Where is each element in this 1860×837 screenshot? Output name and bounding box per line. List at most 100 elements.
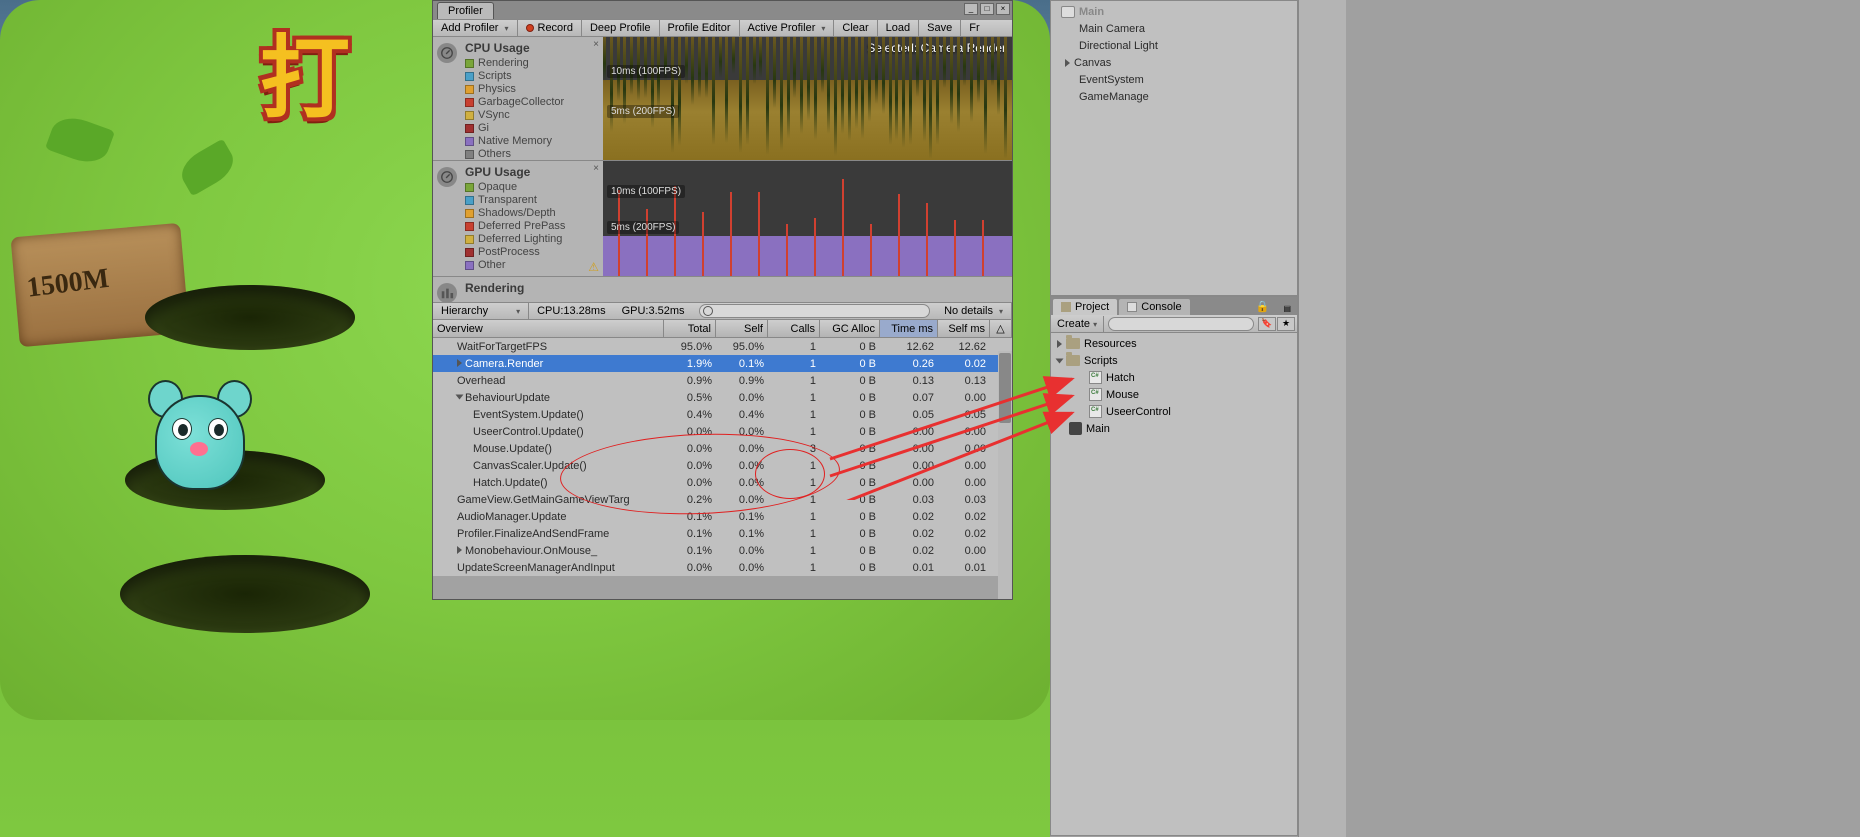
- col-triangle[interactable]: △: [990, 320, 1012, 337]
- project-panel: Project Console 🔒 ▤ Create ▾ 🔖 ★ Resourc…: [1050, 296, 1298, 836]
- legend-item[interactable]: Scripts: [465, 70, 597, 83]
- hierarchy-item[interactable]: GameManage: [1051, 88, 1297, 105]
- col-overview[interactable]: Overview: [433, 320, 664, 337]
- rendering-track[interactable]: Rendering: [433, 277, 1012, 302]
- legend-item[interactable]: Physics: [465, 83, 597, 96]
- legend-item[interactable]: Opaque: [465, 181, 597, 194]
- cpu-usage-track[interactable]: × CPU Usage RenderingScriptsPhysicsGarba…: [433, 37, 1012, 161]
- legend-item[interactable]: GarbageCollector: [465, 96, 597, 109]
- create-dropdown[interactable]: Create ▾: [1051, 316, 1104, 332]
- minimize-button[interactable]: _: [964, 3, 978, 15]
- legend-item[interactable]: Deferred Lighting: [465, 233, 597, 246]
- hierarchy-panel: Main Main CameraDirectional LightCanvasE…: [1050, 0, 1298, 296]
- project-scene-main[interactable]: Main: [1051, 420, 1297, 437]
- col-self-ms[interactable]: Self ms: [938, 320, 990, 337]
- load-button[interactable]: Load: [878, 20, 919, 36]
- legend-label: PostProcess: [478, 246, 540, 259]
- close-icon[interactable]: ×: [593, 39, 599, 50]
- overview-row[interactable]: UpdateScreenManagerAndInput 0.0% 0.0% 1 …: [433, 559, 1012, 576]
- scrollbar-thumb[interactable]: [999, 353, 1011, 423]
- active-profiler-dropdown[interactable]: Active Profiler: [740, 20, 835, 36]
- legend-label: VSync: [478, 109, 510, 122]
- legend-label: Transparent: [478, 194, 537, 207]
- legend-item[interactable]: Others: [465, 148, 597, 161]
- legend-item[interactable]: Gi: [465, 122, 597, 135]
- col-calls[interactable]: Calls: [768, 320, 820, 337]
- record-button[interactable]: Record: [518, 20, 582, 36]
- project-tab-bar: Project Console 🔒 ▤: [1051, 297, 1297, 315]
- col-total[interactable]: Total: [664, 320, 716, 337]
- legend-swatch: [465, 261, 474, 270]
- foldout-icon[interactable]: [1057, 340, 1062, 348]
- close-icon[interactable]: ×: [593, 163, 599, 174]
- deep-profile-button[interactable]: Deep Profile: [582, 20, 660, 36]
- project-search-input[interactable]: [1108, 317, 1254, 331]
- project-tab[interactable]: Project: [1053, 299, 1117, 315]
- foldout-icon[interactable]: [457, 359, 462, 367]
- overview-row[interactable]: Profiler.FinalizeAndSendFrame 0.1% 0.1% …: [433, 525, 1012, 542]
- save-button[interactable]: Save: [919, 20, 961, 36]
- project-folder-scripts[interactable]: Scripts: [1051, 352, 1297, 369]
- hierarchy-item[interactable]: Canvas: [1051, 54, 1297, 71]
- legend-item[interactable]: Rendering: [465, 57, 597, 70]
- overview-row[interactable]: WaitForTargetFPS 95.0% 95.0% 1 0 B 12.62…: [433, 338, 1012, 355]
- filter-by-label-icon[interactable]: ★: [1277, 317, 1295, 331]
- legend-item[interactable]: VSync: [465, 109, 597, 122]
- add-profiler-dropdown[interactable]: Add Profiler: [433, 20, 518, 36]
- foldout-icon[interactable]: [1065, 59, 1070, 67]
- overview-row[interactable]: Camera.Render 1.9% 0.1% 1 0 B 0.26 0.02: [433, 355, 1012, 372]
- hierarchy-mode-dropdown[interactable]: Hierarchy▾: [433, 303, 529, 319]
- right-panel-area: Main Main CameraDirectional LightCanvasE…: [1050, 0, 1860, 837]
- cpu-graph[interactable]: Selected: Camera.Render 10ms (100FPS) 5m…: [603, 37, 1012, 160]
- legend-item[interactable]: Transparent: [465, 194, 597, 207]
- search-input[interactable]: [699, 304, 931, 318]
- hierarchy-item[interactable]: Main Camera: [1051, 20, 1297, 37]
- legend-label: Native Memory: [478, 135, 552, 148]
- legend-item[interactable]: PostProcess: [465, 246, 597, 259]
- project-script-item[interactable]: Hatch: [1051, 369, 1297, 386]
- clear-button[interactable]: Clear: [834, 20, 877, 36]
- legend-item[interactable]: Native Memory: [465, 135, 597, 148]
- foldout-icon[interactable]: [1056, 358, 1064, 363]
- legend-swatch: [465, 85, 474, 94]
- close-button[interactable]: ×: [996, 3, 1010, 15]
- hierarchy-item[interactable]: EventSystem: [1051, 71, 1297, 88]
- profiler-tab[interactable]: Profiler: [437, 2, 494, 19]
- col-self[interactable]: Self: [716, 320, 768, 337]
- overview-row[interactable]: Overhead 0.9% 0.9% 1 0 B 0.13 0.13: [433, 372, 1012, 389]
- panel-menu-icon[interactable]: ▤: [1277, 302, 1297, 315]
- hierarchy-root-partial[interactable]: Main: [1051, 3, 1297, 20]
- mole-hole: [145, 285, 355, 350]
- vertical-scrollbar[interactable]: [998, 351, 1012, 599]
- project-script-item[interactable]: UseerControl: [1051, 403, 1297, 420]
- filter-by-type-icon[interactable]: 🔖: [1258, 317, 1276, 331]
- project-toolbar: Create ▾ 🔖 ★: [1051, 315, 1297, 333]
- foldout-icon[interactable]: [456, 394, 464, 399]
- project-script-item[interactable]: Mouse: [1051, 386, 1297, 403]
- project-folder-resources[interactable]: Resources: [1051, 335, 1297, 352]
- legend-swatch: [465, 196, 474, 205]
- hierarchy-item[interactable]: Directional Light: [1051, 37, 1297, 54]
- gpu-usage-track[interactable]: × GPU Usage OpaqueTransparentShadows/Dep…: [433, 161, 1012, 277]
- csharp-script-icon: [1089, 388, 1102, 401]
- profile-editor-button[interactable]: Profile Editor: [660, 20, 740, 36]
- legend-label: Opaque: [478, 181, 517, 194]
- gpu-graph[interactable]: 10ms (100FPS) 5ms (200FPS): [603, 161, 1012, 276]
- maximize-button[interactable]: □: [980, 3, 994, 15]
- frame-button[interactable]: Fr: [961, 20, 987, 36]
- overview-row[interactable]: Monobehaviour.OnMouse_ 0.1% 0.0% 1 0 B 0…: [433, 542, 1012, 559]
- legend-swatch: [465, 72, 474, 81]
- col-time-ms[interactable]: Time ms: [880, 320, 938, 337]
- legend-item[interactable]: Deferred PrePass: [465, 220, 597, 233]
- overview-row[interactable]: EventSystem.Update() 0.4% 0.4% 1 0 B 0.0…: [433, 406, 1012, 423]
- legend-item[interactable]: Shadows/Depth: [465, 207, 597, 220]
- console-tab[interactable]: Console: [1119, 299, 1189, 315]
- legend-item[interactable]: Other: [465, 259, 597, 272]
- legend-swatch: [465, 222, 474, 231]
- no-details-dropdown[interactable]: No details▾: [936, 303, 1012, 319]
- legend-swatch: [465, 248, 474, 257]
- foldout-icon[interactable]: [457, 546, 462, 554]
- lock-icon[interactable]: 🔒: [1250, 298, 1276, 315]
- overview-row[interactable]: BehaviourUpdate 0.5% 0.0% 1 0 B 0.07 0.0…: [433, 389, 1012, 406]
- col-gc-alloc[interactable]: GC Alloc: [820, 320, 880, 337]
